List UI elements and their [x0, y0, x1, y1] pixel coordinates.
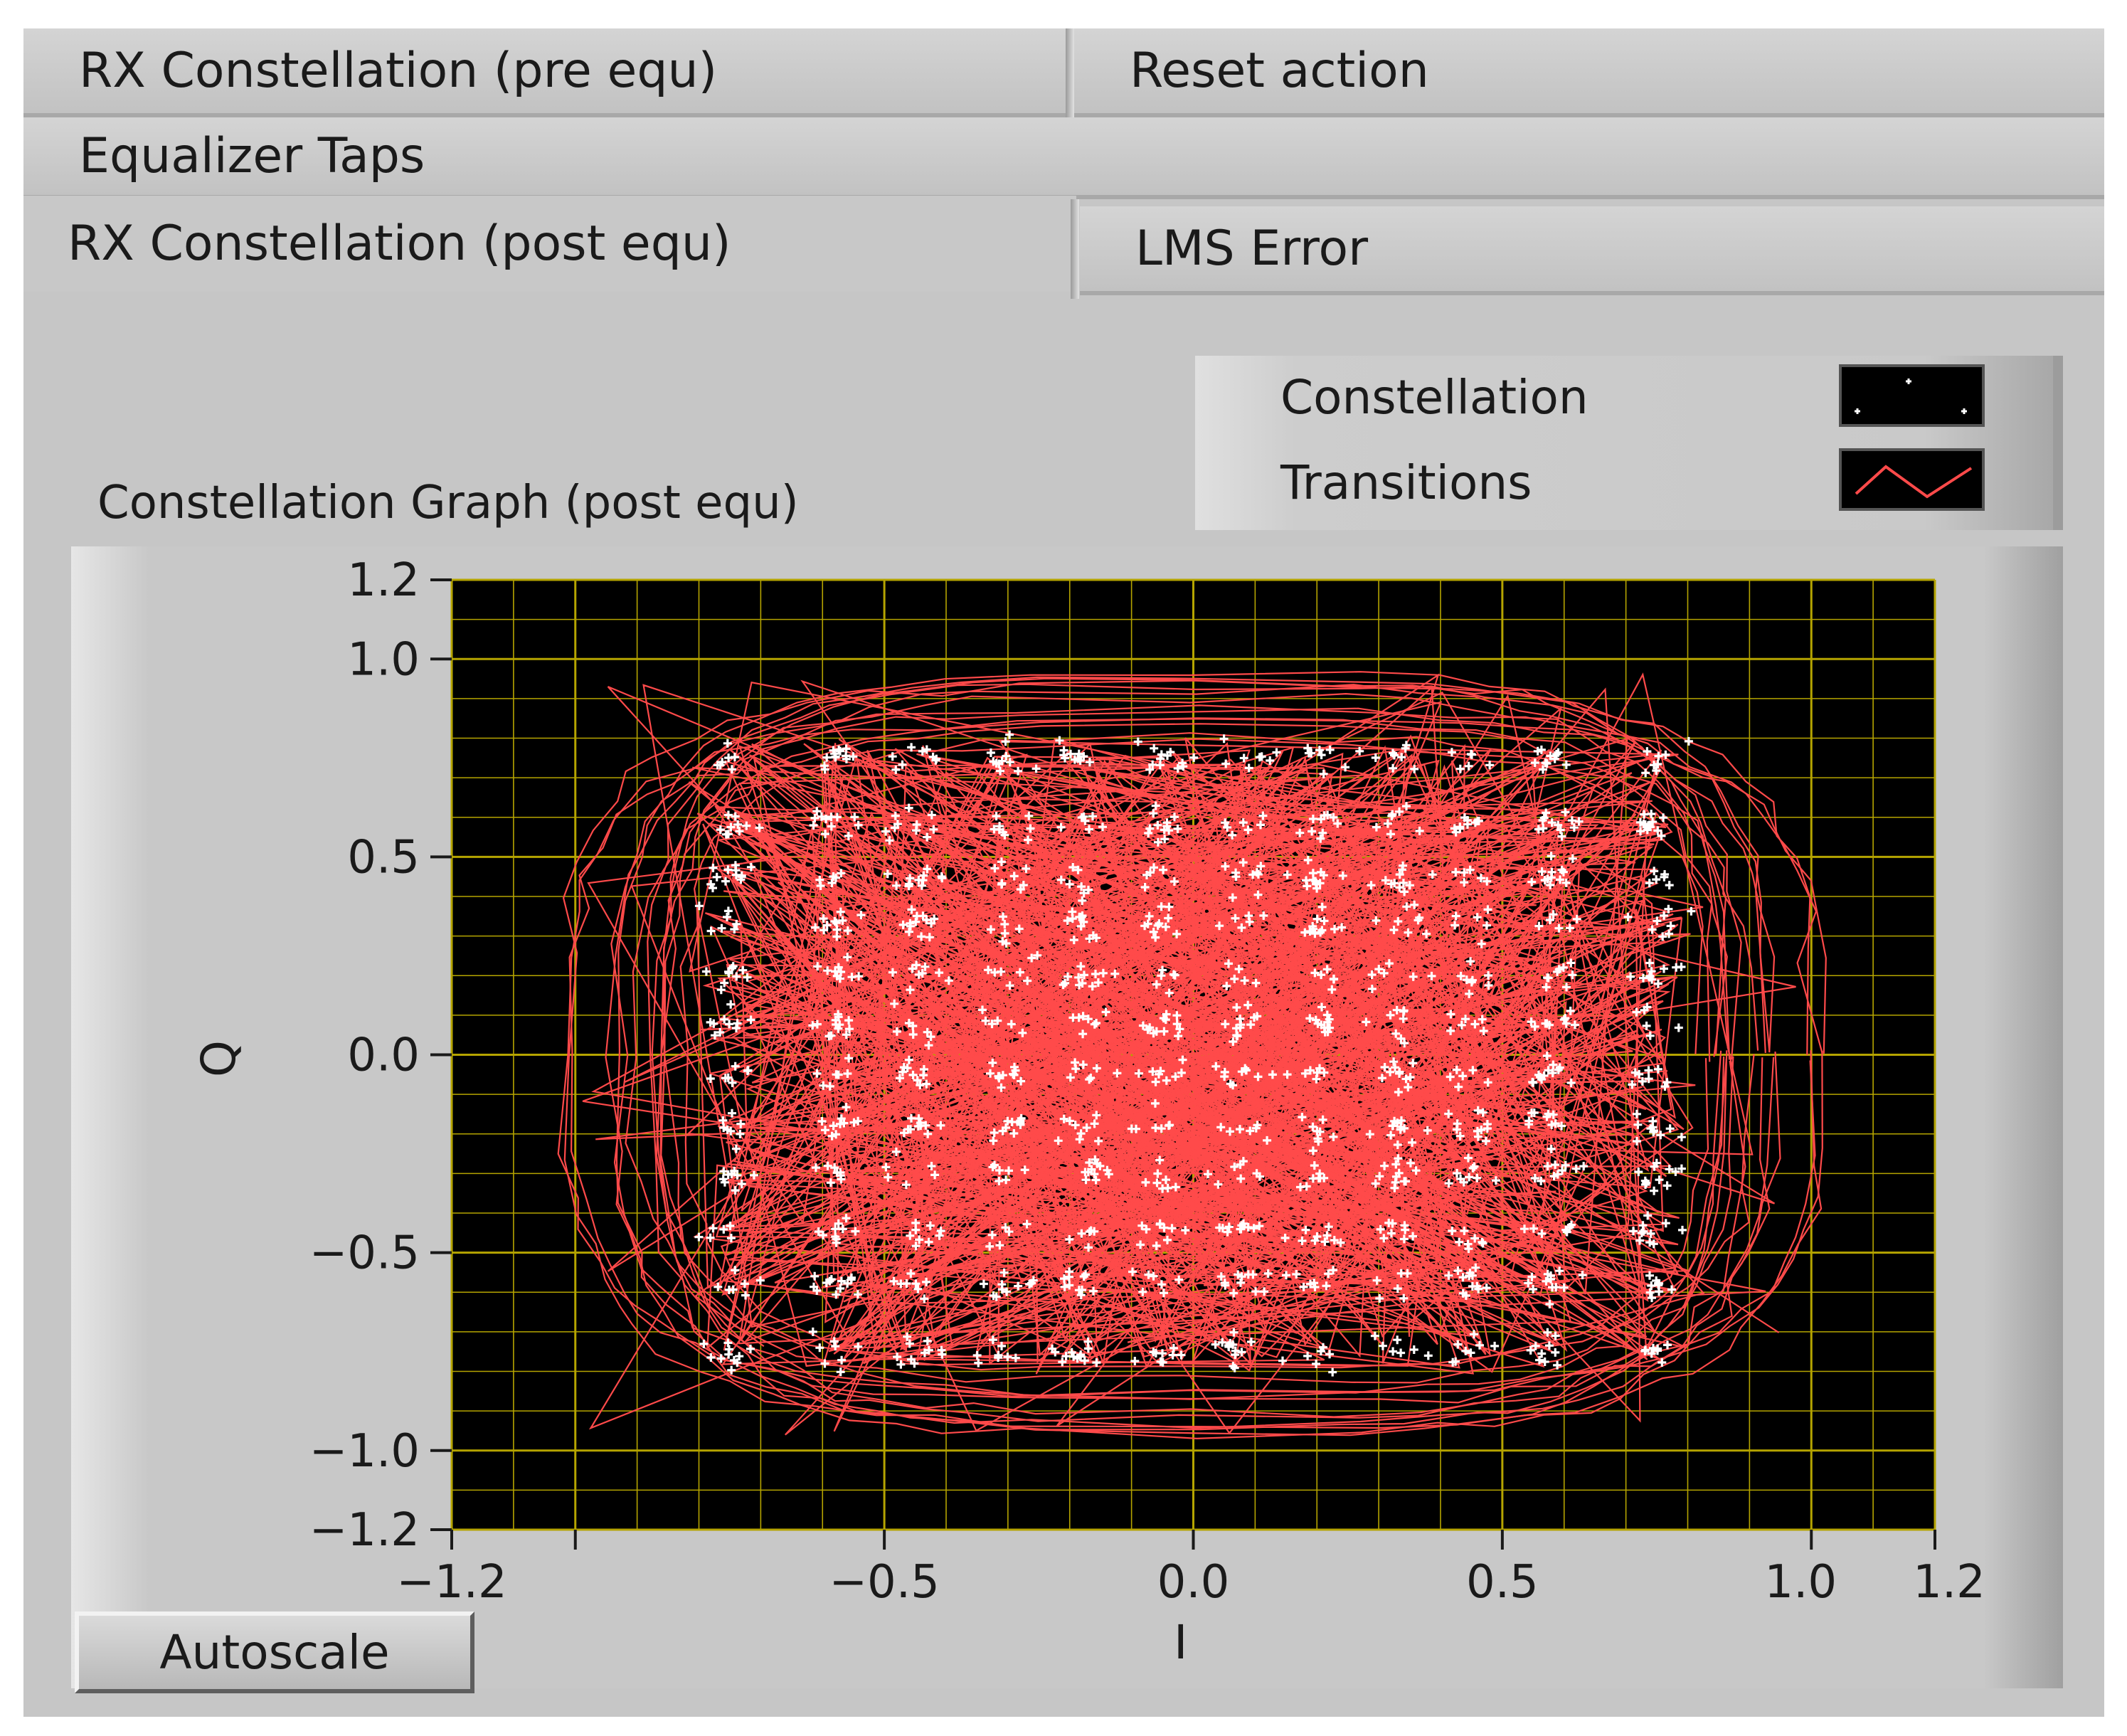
constellation-plot: 1.2 1.0 0.5 0.0 −0.5 −1.0 −1.2−1.2 −0.5 0.0 0.5 1.… [191, 554, 1985, 1609]
x-axis-title: I [1174, 1615, 1188, 1670]
y-tick-label: 1.0 [347, 633, 420, 686]
x-tick-label: −1.2 [396, 1556, 506, 1609]
x-tick-label: 1.2 [1913, 1556, 1985, 1609]
y-tick-label: −0.5 [309, 1227, 420, 1280]
y-tick-label: 1.2 [347, 554, 420, 607]
x-tick-label: 1.0 [1764, 1556, 1837, 1609]
x-tick-label: 0.5 [1466, 1556, 1539, 1609]
y-axis-title: Q [191, 1040, 246, 1077]
y-tick-label: −1.0 [309, 1425, 420, 1478]
x-tick-label: −0.5 [829, 1556, 939, 1609]
autoscale-button[interactable]: Autoscale [75, 1611, 474, 1693]
y-tick-label: 0.5 [347, 831, 420, 884]
labview-window: RX Constellation (pre equ) Reset action … [0, 0, 2127, 1736]
y-tick-label: −1.2 [309, 1504, 420, 1557]
x-tick-label: 0.0 [1157, 1556, 1230, 1609]
y-tick-label: 0.0 [347, 1030, 420, 1082]
